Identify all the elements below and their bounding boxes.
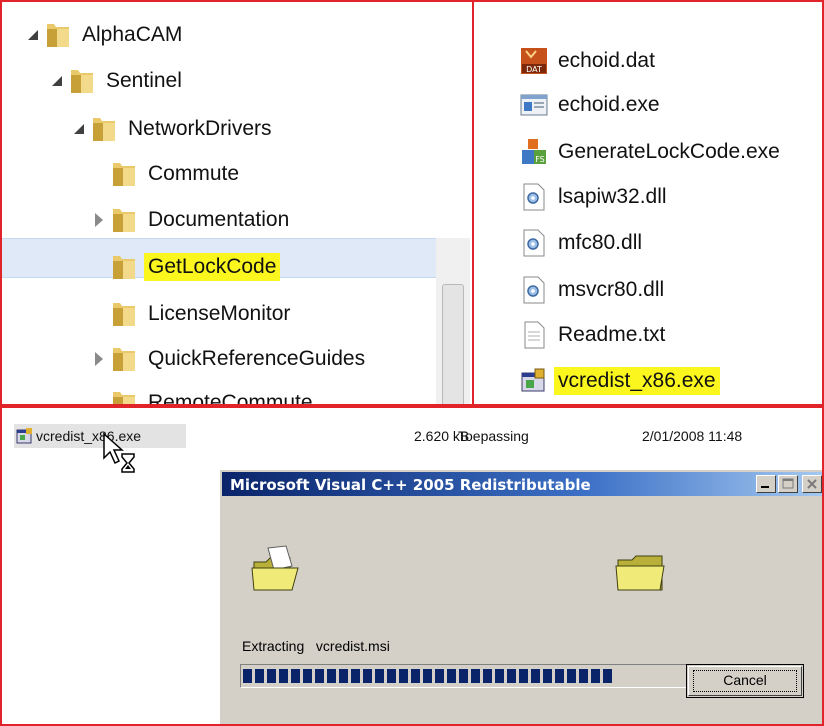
- tree-item-networkdrivers[interactable]: NetworkDrivers: [70, 112, 272, 146]
- dll-gear-icon: [523, 229, 545, 257]
- file-name: msvcr80.dll: [558, 278, 665, 301]
- file-item-lsapiw32[interactable]: lsapiw32.dll: [520, 178, 667, 216]
- open-folder-icon: [251, 545, 299, 591]
- folder-icon: [113, 348, 135, 371]
- row-file-date: 2/01/2008 11:48: [642, 428, 743, 444]
- file-name: echoid.dat: [558, 49, 655, 72]
- expand-open-icon[interactable]: [70, 120, 88, 138]
- file-item-msvcr80[interactable]: msvcr80.dll: [520, 271, 664, 309]
- file-name: Readme.txt: [558, 323, 666, 346]
- extract-status: Extracting vcredist.msi: [242, 638, 390, 654]
- cancel-button[interactable]: Cancel: [686, 664, 804, 698]
- expand-open-icon[interactable]: [24, 26, 42, 44]
- partial-previous-row: [2, 408, 822, 414]
- folder-icon: [93, 118, 115, 141]
- setup-exe-icon: [521, 368, 545, 392]
- tree-item-alphacam[interactable]: AlphaCAM: [24, 18, 182, 52]
- maximize-icon: [782, 478, 794, 489]
- row-file-type: Toepassing: [458, 428, 529, 444]
- tree-item-label: LicenseMonitor: [148, 302, 291, 325]
- progress-fill: [243, 669, 612, 683]
- maximize-button[interactable]: [778, 475, 798, 493]
- file-item-generatelockcode[interactable]: FS GenerateLockCode.exe: [520, 133, 780, 171]
- cancel-label: Cancel: [723, 672, 767, 688]
- text-file-icon: [524, 321, 545, 349]
- expander-placeholder: [90, 258, 108, 276]
- exe-window-icon: [520, 94, 548, 116]
- file-list: DAT echoid.dat echoid.exe FS GenerateLoc…: [474, 2, 822, 404]
- close-icon: [807, 479, 817, 489]
- file-name: mfc80.dll: [558, 231, 643, 254]
- tree-item-remotecommute[interactable]: RemoteCommute: [90, 386, 313, 406]
- tree-item-label: RemoteCommute: [148, 391, 313, 406]
- file-item-vcredist[interactable]: vcredist_x86.exe: [520, 362, 720, 400]
- minimize-button[interactable]: [756, 475, 776, 493]
- install-screenshot-panel: vcredist_x86.exe 2.620 kB Toepassing 2/0…: [0, 406, 824, 726]
- tree-item-sentinel[interactable]: Sentinel: [48, 64, 182, 98]
- file-name: lsapiw32.dll: [558, 185, 667, 208]
- tree-item-label: NetworkDrivers: [128, 117, 272, 140]
- file-name: GenerateLockCode.exe: [558, 140, 780, 163]
- dat-file-icon: DAT: [521, 48, 547, 74]
- svg-text:DAT: DAT: [526, 65, 542, 74]
- busy-cursor-icon: [103, 432, 135, 473]
- dialog-title-bar[interactable]: Microsoft Visual C++ 2005 Redistributabl…: [222, 472, 822, 496]
- status-label: Extracting: [242, 638, 305, 654]
- scrollbar-thumb[interactable]: [442, 284, 464, 404]
- expand-closed-icon[interactable]: [90, 211, 108, 229]
- redistributable-dialog: Microsoft Visual C++ 2005 Redistributabl…: [218, 468, 822, 724]
- expander-placeholder: [90, 165, 108, 183]
- close-button[interactable]: [802, 475, 822, 493]
- expand-closed-icon[interactable]: [90, 350, 108, 368]
- tree-item-label: Commute: [148, 162, 240, 185]
- file-name: vcredist_x86.exe: [554, 367, 720, 395]
- file-item-readme[interactable]: Readme.txt: [520, 316, 665, 354]
- tree-item-label: Documentation: [148, 208, 290, 231]
- explorer-screenshot-panel: AlphaCAM Sentinel NetworkDrivers Commute…: [0, 0, 824, 406]
- folder-tree: AlphaCAM Sentinel NetworkDrivers Commute…: [2, 2, 472, 406]
- setup-exe-icon: [16, 428, 32, 444]
- tree-item-label: AlphaCAM: [82, 23, 183, 46]
- file-item-echoid-dat[interactable]: DAT echoid.dat: [520, 42, 655, 80]
- folder-icon: [615, 555, 665, 591]
- tree-item-commute[interactable]: Commute: [90, 157, 239, 191]
- installer-exe-icon: FS: [522, 139, 546, 164]
- dll-gear-icon: [523, 276, 545, 304]
- folder-icon: [113, 209, 135, 232]
- file-name: echoid.exe: [558, 93, 660, 116]
- tree-item-label: Sentinel: [106, 69, 182, 92]
- tree-item-label: GetLockCode: [144, 253, 281, 281]
- status-file: vcredist.msi: [315, 638, 390, 654]
- expand-open-icon[interactable]: [48, 72, 66, 90]
- minimize-icon: [761, 486, 769, 488]
- expander-placeholder: [90, 394, 108, 404]
- progress-bar: [240, 664, 690, 688]
- dialog-title: Microsoft Visual C++ 2005 Redistributabl…: [230, 476, 591, 494]
- file-item-echoid-exe[interactable]: echoid.exe: [520, 86, 660, 124]
- tree-item-licensemonitor[interactable]: LicenseMonitor: [90, 297, 290, 331]
- folder-icon: [113, 392, 135, 404]
- tree-item-quickreferenceguides[interactable]: QuickReferenceGuides: [90, 342, 365, 376]
- file-item-mfc80[interactable]: mfc80.dll: [520, 224, 642, 262]
- folder-icon: [71, 70, 93, 93]
- dll-gear-icon: [523, 183, 545, 211]
- tree-item-getlockcode[interactable]: GetLockCode: [90, 250, 281, 284]
- tree-item-documentation[interactable]: Documentation: [90, 203, 289, 237]
- folder-icon: [113, 163, 135, 186]
- folder-icon: [113, 256, 135, 279]
- tree-item-label: QuickReferenceGuides: [148, 347, 366, 370]
- folder-icon: [113, 303, 135, 326]
- expander-placeholder: [90, 305, 108, 323]
- svg-text:FS: FS: [535, 155, 545, 164]
- folder-icon: [47, 24, 69, 47]
